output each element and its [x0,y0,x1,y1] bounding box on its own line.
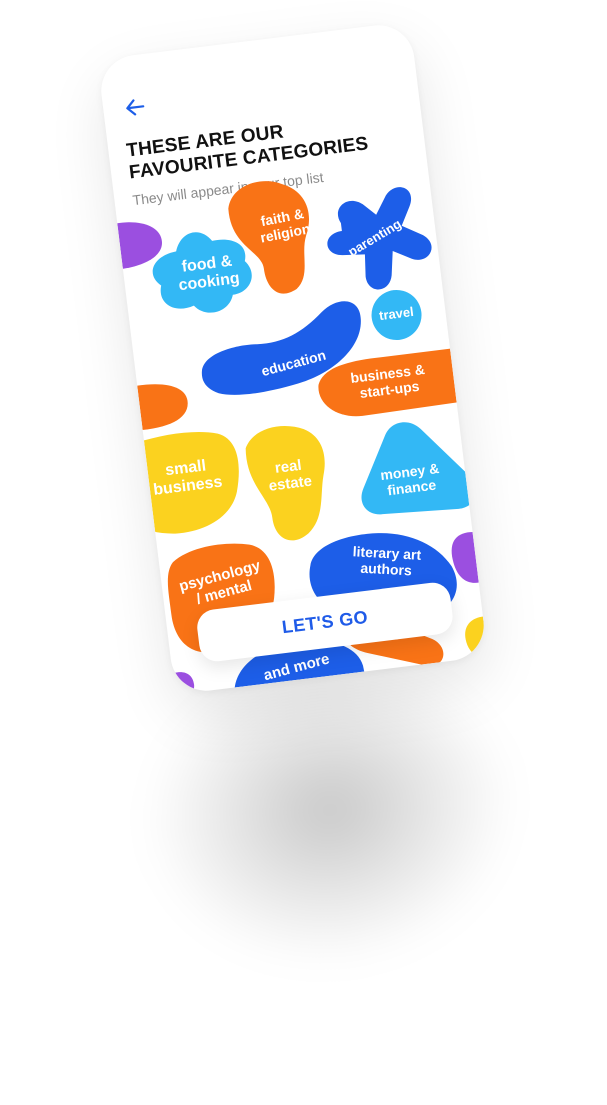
decor-blob-purple-bottom [163,672,195,695]
decor-blob-purple-top [97,222,162,271]
phone-screen: THESE ARE OUR FAVOURITE CATEGORIES They … [97,21,488,695]
decor-blob-orange-left [117,384,188,432]
category-shape-travel[interactable] [369,287,425,343]
category-shape-real-estate[interactable] [243,421,334,545]
category-shape-money[interactable] [353,414,479,520]
decor-blob-yellow-right [465,616,488,658]
stage: THESE ARE OUR FAVOURITE CATEGORIES They … [0,0,607,1105]
category-shape-parenting[interactable] [322,184,436,295]
category-shape-small-business[interactable] [124,427,246,539]
category-shape-food[interactable] [148,226,255,319]
